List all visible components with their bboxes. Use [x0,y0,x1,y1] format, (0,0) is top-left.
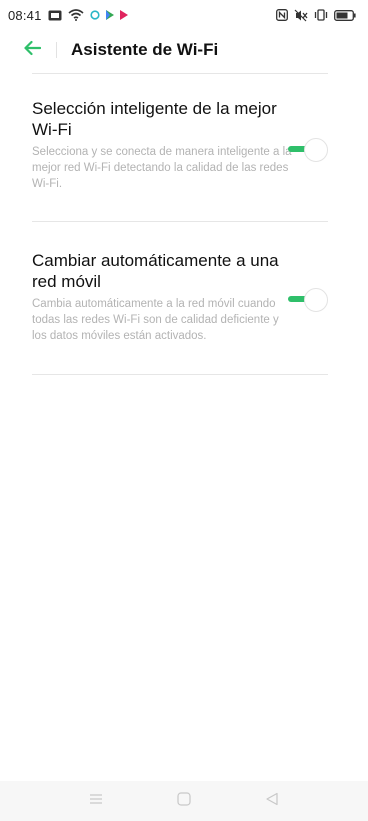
status-right [276,9,356,22]
setting-title: Cambiar automáticamente a una red móvil [32,251,279,291]
top-divider [32,73,328,74]
battery-icon [334,9,356,21]
row-divider [32,221,328,222]
play-store-icon [105,10,114,20]
toggle-knob [304,138,328,162]
title-bar: Asistente de Wi-Fi [0,30,368,70]
vibrate-icon [314,9,328,21]
home-icon [177,791,191,811]
row-divider [32,374,328,375]
page-title: Asistente de Wi-Fi [71,40,219,59]
mute-icon [294,9,308,22]
status-left: 08:41 [8,8,128,23]
wifi-icon [68,9,84,21]
setting-auto-switch-mobile[interactable]: Cambiar automáticamente a una red móvil … [32,250,328,344]
back-arrow-icon [23,40,42,61]
gallery-icon [48,10,62,21]
home-button[interactable] [172,789,196,813]
nfc-icon [276,9,288,21]
setting-description: Selecciona y se conecta de manera inteli… [32,146,292,190]
status-time: 08:41 [8,7,42,23]
smart-wifi-toggle[interactable] [288,138,328,162]
nav-back-button[interactable] [260,789,284,813]
setting-smart-wifi-selection[interactable]: Selección inteligente de la mejor Wi-Fi … [32,98,328,192]
toggle-knob [304,288,328,312]
navigation-bar [0,781,368,821]
auto-switch-mobile-toggle[interactable] [288,288,328,312]
menu-button[interactable] [84,789,108,813]
menu-icon [89,792,103,810]
setting-title: Selección inteligente de la mejor Wi-Fi [32,99,277,139]
setting-description: Cambia automáticamente a la red móvil cu… [32,298,279,342]
circle-icon [89,10,100,20]
back-button[interactable] [10,30,54,70]
media-icon [119,10,128,20]
status-bar: 08:41 [0,0,368,30]
title-divider [56,42,57,58]
back-icon [265,792,279,811]
